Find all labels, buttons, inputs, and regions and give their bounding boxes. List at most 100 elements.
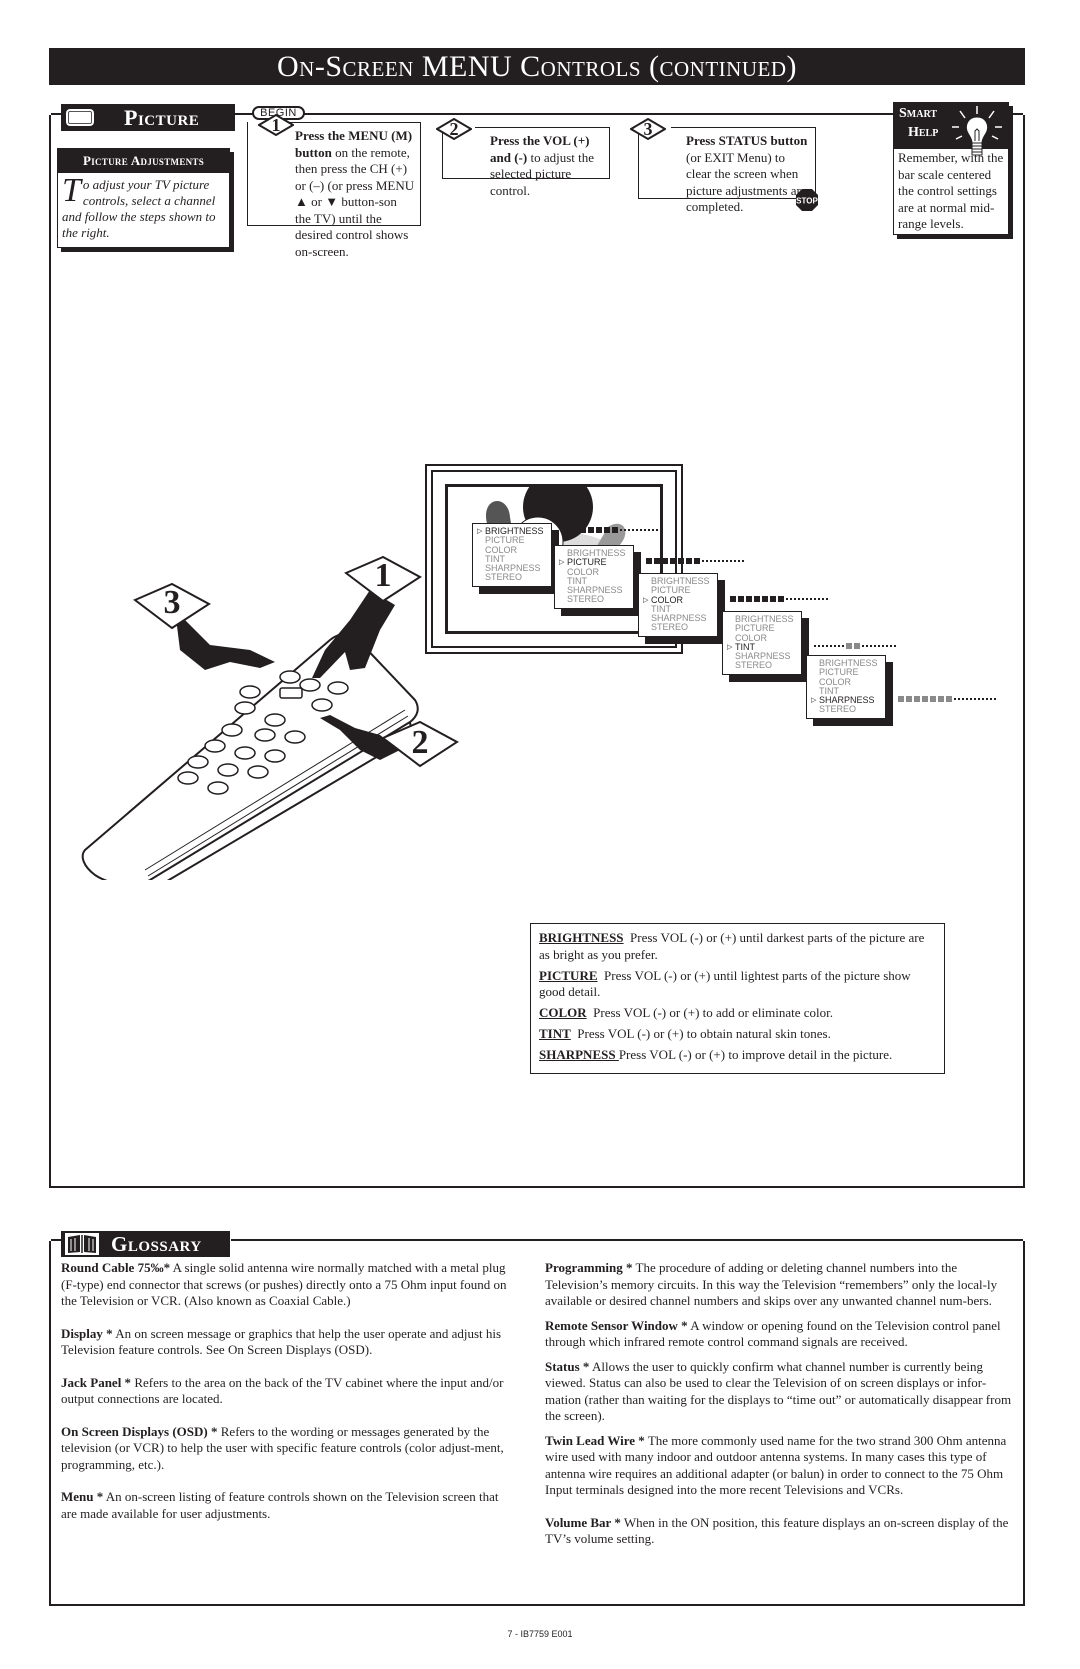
bar-dot	[738, 560, 740, 563]
bar-segment	[564, 527, 570, 533]
bar-dot	[838, 644, 840, 647]
bar-dot	[656, 529, 658, 531]
step-1-number: 1	[271, 115, 281, 135]
desc-brightness: BRIGHTNESS Press VOL (-) or (+) until da…	[539, 930, 925, 962]
picture-adjustments-text: To adjust your TV picture controls, sele…	[62, 172, 216, 241]
bar-dot	[814, 597, 816, 600]
osd-menu-1: BRIGHTNESSPICTURECOLORTINTSHARPNESSSTERE…	[472, 523, 552, 587]
step-3-text: (or EXIT Menu) to clear the screen when …	[686, 149, 807, 215]
drop-cap: T	[62, 172, 81, 209]
bar-segment	[922, 696, 928, 703]
bar-dot	[894, 644, 896, 647]
glossary-label: Glossary	[111, 1231, 202, 1256]
bar-segment	[572, 527, 578, 533]
step-3-number: 3	[643, 119, 653, 139]
bar-dot	[830, 644, 832, 647]
picture-adjustments-box: Picture Adjustments To adjust your TV pi…	[57, 148, 230, 248]
bar-dot	[632, 529, 634, 531]
callout-2: 2	[380, 720, 460, 775]
bar-dot	[718, 560, 720, 563]
bar-segment	[906, 696, 912, 703]
bar-dot	[652, 529, 654, 531]
bar-segment	[846, 642, 852, 649]
bar-dot	[974, 698, 976, 701]
glossary-left-column: Round Cable 75‰* A single solid antenna …	[61, 1260, 516, 1538]
bar-dot	[644, 529, 646, 531]
bar-dot	[714, 560, 716, 563]
bar-segment	[588, 527, 594, 533]
osd-menu-item: STEREO	[567, 594, 605, 605]
bar-dot	[710, 560, 712, 563]
step-2-diamond: 2	[436, 118, 472, 140]
bar-segment	[754, 595, 760, 602]
bar-dot	[648, 529, 650, 531]
bar-dot	[806, 597, 808, 600]
glossary-entry: Programming * The procedure of adding or…	[545, 1260, 998, 1308]
glossary-entry: Status * Allows the user to quickly conf…	[545, 1358, 1012, 1424]
picture-section-tab: Picture	[61, 104, 235, 131]
bar-dot	[870, 644, 872, 647]
bar-segment	[646, 558, 652, 565]
bar-dot	[990, 698, 992, 701]
osd-menu-item: STEREO	[651, 622, 689, 633]
bar-dot	[660, 529, 662, 531]
desc-tint: TINT Press VOL (-) or (+) to obtain natu…	[539, 1026, 831, 1041]
step-2-number: 2	[449, 119, 459, 139]
glossary-entry: Menu * An on-screen listing of feature c…	[61, 1489, 499, 1521]
bar-segment	[662, 558, 668, 565]
step-1-box: Press the MENU (M) button on the remote,…	[247, 122, 421, 259]
bar-segment	[604, 527, 610, 533]
bar-segment	[612, 527, 618, 533]
osd-menu-item: STEREO	[735, 660, 773, 671]
bar-dot	[624, 529, 626, 531]
page-footer: 7 - IB7759 E001	[507, 1629, 573, 1639]
bar-segment	[670, 558, 676, 565]
callout-1: 1	[343, 555, 423, 610]
picture-control-descriptions: BRIGHTNESS Press VOL (-) or (+) until da…	[530, 923, 945, 1074]
bar-dot	[794, 597, 796, 600]
bar-dot	[978, 698, 980, 701]
bar-dot	[706, 560, 708, 563]
bar-segment	[930, 696, 936, 703]
bar-dot	[726, 560, 728, 563]
bar-dot	[954, 698, 956, 701]
bar-dot	[958, 698, 960, 701]
book-icon	[65, 1233, 99, 1255]
bar-segment	[854, 642, 860, 649]
bar-dot	[970, 698, 972, 701]
picture-section-label: Picture	[124, 104, 200, 130]
bar-segment	[730, 595, 736, 602]
bar-segment	[580, 527, 586, 533]
osd-menu-3: BRIGHTNESSPICTURECOLORTINTSHARPNESSSTERE…	[638, 573, 718, 637]
bar-segment	[762, 595, 768, 602]
bar-dot	[730, 560, 732, 563]
bar-dot	[734, 560, 736, 563]
bar-dot	[818, 597, 820, 600]
osd-bar-scale-5	[898, 696, 998, 703]
glossary-entry: On Screen Displays (OSD) * Refers to the…	[61, 1423, 504, 1472]
bar-dot	[822, 644, 824, 647]
remote-and-tv-illustration: 3 1 2 BRIGHTNESSPICTURECOLORTINTSHARPNES…	[80, 460, 1020, 880]
bar-dot	[702, 560, 704, 563]
desc-picture: PICTURE Press VOL (-) or (+) until light…	[539, 967, 911, 1000]
bar-segment	[596, 527, 602, 533]
bar-dot	[842, 644, 844, 647]
desc-sharpness: SHARPNESS Press VOL (-) or (+) to improv…	[539, 1047, 893, 1062]
desc-color: COLOR Press VOL (-) or (+) to add or eli…	[539, 1005, 833, 1020]
bar-dot	[826, 597, 828, 600]
bar-segment	[678, 558, 684, 565]
bar-dot	[874, 644, 876, 647]
glossary-entry: Twin Lead Wire * The more commonly used …	[545, 1432, 1007, 1498]
bar-dot	[862, 644, 864, 647]
bar-dot	[802, 597, 804, 600]
osd-menu-5: BRIGHTNESSPICTURECOLORTINTSHARPNESSSTERE…	[806, 655, 886, 719]
step-1-diamond: 1	[258, 114, 294, 136]
bar-dot	[822, 597, 824, 600]
glossary-entry: Display * An on screen message or graphi…	[61, 1325, 502, 1358]
bar-segment	[778, 595, 784, 602]
bar-dot	[994, 698, 996, 701]
bar-dot	[786, 597, 788, 600]
callout-2-number: 2	[411, 724, 429, 761]
stop-label: STOP	[796, 197, 818, 206]
bar-dot	[640, 529, 642, 531]
